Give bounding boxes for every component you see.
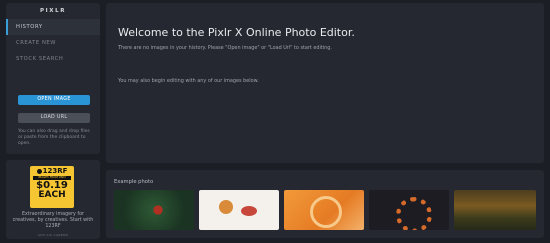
ad-strip: IMAGES FROM ONLY bbox=[33, 175, 71, 180]
welcome-panel: Welcome to the Pixlr X Online Photo Edit… bbox=[106, 3, 544, 163]
nav-stock-search[interactable]: STOCK SEARCH bbox=[6, 51, 100, 67]
brand-logo-icon bbox=[36, 169, 42, 174]
ad-panel: 123RF IMAGES FROM ONLY $0.19 EACH Extrao… bbox=[6, 160, 100, 239]
no-history-message: There are no images in your history. Ple… bbox=[118, 45, 332, 51]
load-url-button[interactable]: LOAD URL bbox=[18, 113, 90, 123]
ad-each: EACH bbox=[38, 189, 66, 200]
example-photo-spices[interactable] bbox=[199, 190, 279, 230]
example-photo-forest[interactable] bbox=[454, 190, 536, 230]
welcome-title: Welcome to the Pixlr X Online Photo Edit… bbox=[118, 26, 355, 39]
sidebar-panel: PIXLR HISTORY CREATE NEW STOCK SEARCH OP… bbox=[6, 3, 100, 154]
ad-tag[interactable]: ADS VIA CARBON bbox=[6, 233, 100, 237]
nav-create-new[interactable]: CREATE NEW bbox=[6, 35, 100, 51]
ad-price: $0.19 bbox=[36, 179, 68, 191]
examples-hint: You may also begin editing with any of o… bbox=[118, 78, 259, 84]
example-photo-label: Example photo bbox=[114, 179, 154, 185]
example-photo-red-leaf[interactable] bbox=[114, 190, 194, 230]
example-photo-orange[interactable] bbox=[284, 190, 364, 230]
sidebar: PIXLR HISTORY CREATE NEW STOCK SEARCH OP… bbox=[6, 3, 100, 239]
ad-brand: 123RF bbox=[30, 168, 74, 175]
ad-banner[interactable]: 123RF IMAGES FROM ONLY $0.19 EACH bbox=[30, 166, 74, 208]
ad-text[interactable]: Extraordinary imagery for creatives, by … bbox=[10, 212, 96, 230]
nav-history[interactable]: HISTORY bbox=[6, 19, 100, 35]
ad-brand-text: 123RF bbox=[42, 167, 68, 175]
app-logo[interactable]: PIXLR bbox=[6, 3, 100, 19]
open-image-button[interactable]: OPEN IMAGE bbox=[18, 95, 90, 105]
example-photo-wreath[interactable] bbox=[369, 190, 449, 230]
example-photos-panel: Example photo bbox=[106, 170, 544, 238]
drag-drop-hint: You can also drag and drop files or past… bbox=[18, 129, 90, 146]
